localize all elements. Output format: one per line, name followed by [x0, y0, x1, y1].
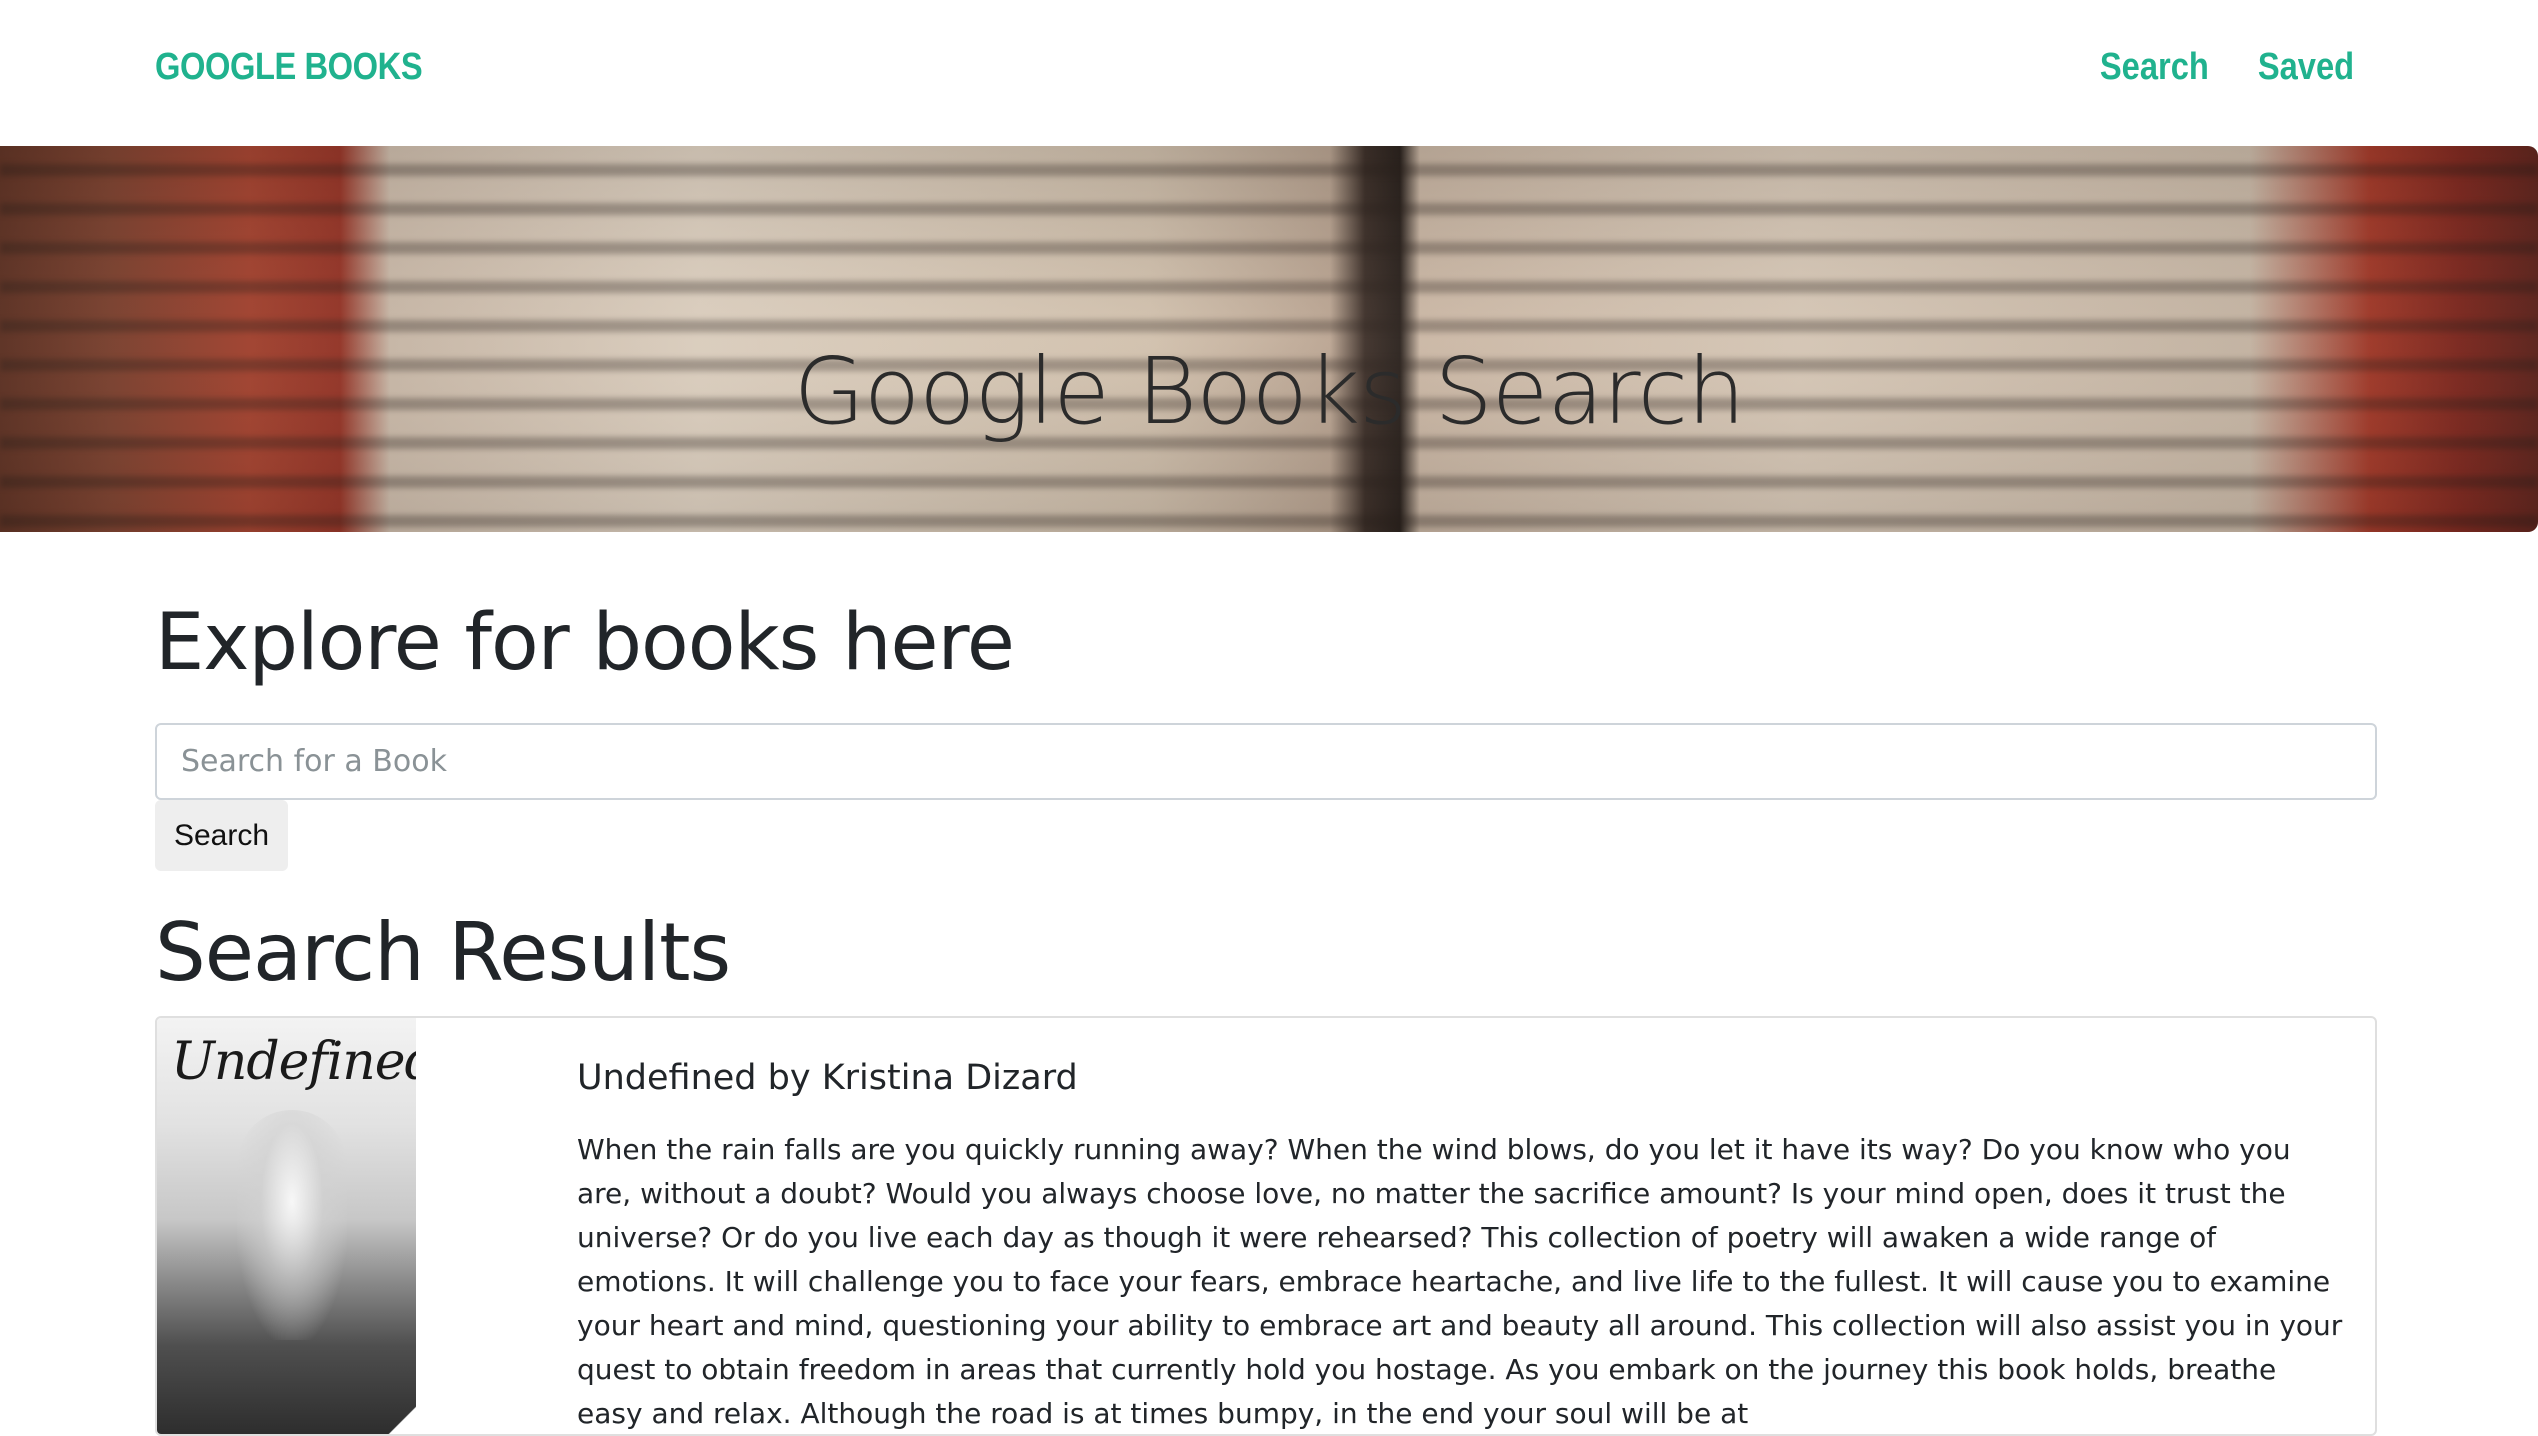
hero-title: Google Books Search	[793, 337, 1746, 445]
cover-page-curl	[380, 1402, 416, 1434]
cover-figure	[237, 1110, 347, 1340]
book-cover-image[interactable]: Undefined	[157, 1018, 416, 1434]
nav-links: Search Saved	[2091, 46, 2362, 89]
nav-link-saved[interactable]: Saved	[2258, 46, 2354, 89]
book-title: Undefined by Kristina Dizard	[577, 1058, 1078, 1098]
brand-link[interactable]: GOOGLE BOOKS	[155, 46, 423, 89]
search-button[interactable]: Search	[155, 800, 288, 871]
hero-banner: Google Books Search	[0, 146, 2538, 532]
search-input[interactable]	[155, 723, 2377, 800]
navbar: GOOGLE BOOKS Search Saved	[0, 0, 2538, 146]
result-card: Undefined Undefined by Kristina Dizard W…	[155, 1016, 2377, 1436]
results-heading: Search Results	[155, 906, 731, 999]
explore-heading: Explore for books here	[155, 598, 1015, 688]
book-description: When the rain falls are you quickly runn…	[577, 1133, 2343, 1430]
nav-link-search[interactable]: Search	[2100, 46, 2209, 89]
cover-title-text: Undefined	[171, 1032, 416, 1092]
